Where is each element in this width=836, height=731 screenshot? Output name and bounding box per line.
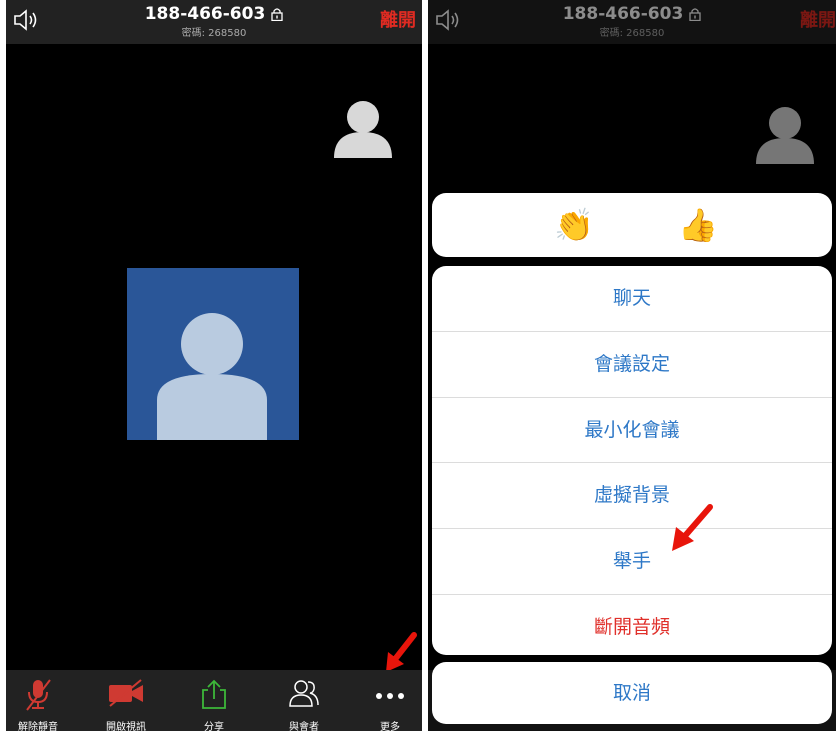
- participant-avatar[interactable]: [332, 96, 394, 158]
- meeting-info: 188-466-603 密碼: 268580: [6, 0, 422, 39]
- menu-item-chat[interactable]: 聊天: [432, 266, 832, 332]
- more-menu-screen: 188-466-603 密碼: 268580 離開 👏 👍 聊天 會議設定 最小…: [428, 0, 836, 731]
- more-menu: 聊天 會議設定 最小化會議 虛擬背景 舉手 斷開音頻: [432, 266, 832, 655]
- unmute-button[interactable]: 解除靜音: [6, 670, 76, 731]
- meeting-screen: 188-466-603 密碼: 268580 離開 解除靜音 開啟視訊 分享 與…: [6, 0, 422, 731]
- muted-mic-icon: [26, 679, 51, 711]
- start-video-label: 開啟視訊: [106, 722, 146, 731]
- share-button[interactable]: 分享: [176, 670, 252, 731]
- more-label: 更多: [380, 722, 400, 731]
- share-icon: [202, 679, 226, 709]
- annotation-arrow-icon: [672, 504, 713, 551]
- more-button[interactable]: 更多: [352, 670, 422, 731]
- menu-item-minimize-meeting[interactable]: 最小化會議: [432, 398, 832, 464]
- menu-item-virtual-background[interactable]: 虛擬背景: [432, 463, 832, 530]
- menu-item-disconnect-audio[interactable]: 斷開音頻: [432, 595, 832, 655]
- start-video-button[interactable]: 開啟視訊: [88, 670, 164, 731]
- cancel-button[interactable]: 取消: [432, 662, 832, 724]
- meeting-password: 密碼: 268580: [181, 28, 247, 39]
- meeting-toolbar: 解除靜音 開啟視訊 分享 與會者 更多: [6, 670, 422, 731]
- thumbs-up-reaction-button[interactable]: 👍: [678, 205, 718, 245]
- participants-label: 與會者: [289, 722, 319, 731]
- unmute-label: 解除靜音: [18, 722, 58, 731]
- annotation-arrow-icon: [386, 632, 417, 672]
- avatar-icon: [157, 313, 267, 440]
- lock-icon: [271, 8, 283, 21]
- video-off-icon: [109, 679, 143, 707]
- reactions-bar: 👏 👍: [432, 193, 832, 257]
- leave-button[interactable]: 離開: [380, 6, 416, 32]
- meeting-id: 188-466-603: [144, 4, 266, 24]
- self-video-tile[interactable]: [127, 268, 299, 440]
- more-icon: [376, 693, 404, 699]
- menu-item-meeting-settings[interactable]: 會議設定: [432, 332, 832, 398]
- top-bar: 188-466-603 密碼: 268580 離開: [6, 0, 422, 44]
- clap-reaction-button[interactable]: 👏: [554, 205, 594, 245]
- participants-button[interactable]: 與會者: [266, 670, 342, 731]
- participants-icon: [289, 680, 319, 707]
- menu-item-raise-hand[interactable]: 舉手: [432, 529, 832, 595]
- share-label: 分享: [204, 722, 224, 731]
